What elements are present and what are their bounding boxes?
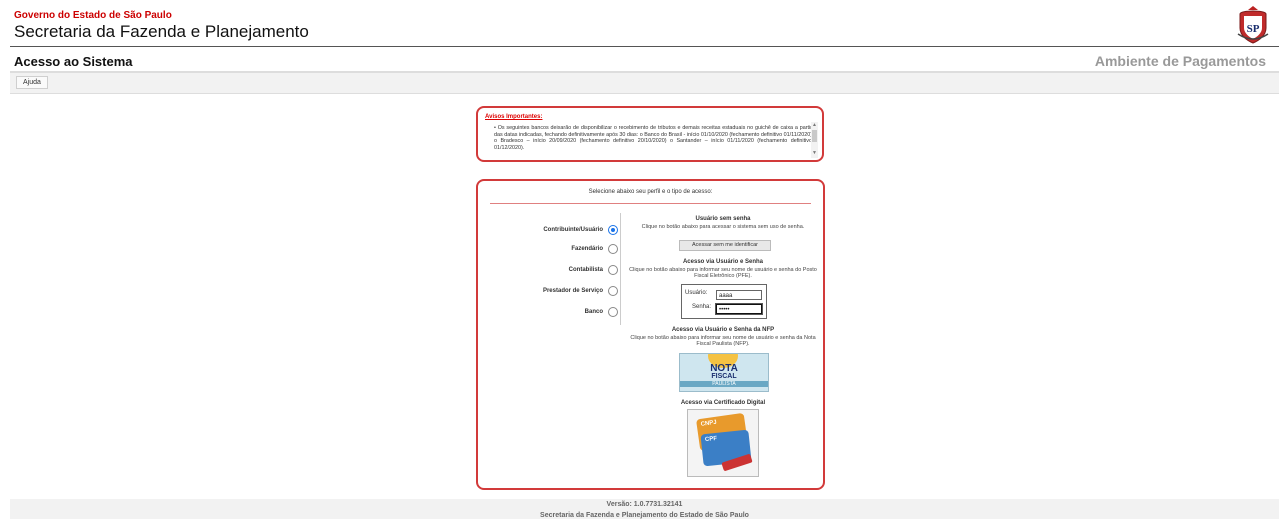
important-notice-box: Avisos Importantes: • Os seguintes banco… — [476, 106, 824, 162]
radio-contribuinte[interactable] — [608, 225, 618, 235]
digital-certificate-button[interactable]: CNPJ CPF — [687, 409, 759, 477]
notice-title: Avisos Importantes: — [485, 114, 543, 120]
radio-prestador[interactable] — [608, 286, 618, 296]
profile-label: Fazendário — [571, 246, 603, 252]
profile-label: Contabilista — [568, 267, 603, 273]
radio-fazendario[interactable] — [608, 244, 618, 254]
cnpj-card-label: CNPJ — [700, 419, 718, 428]
page-header: Governo do Estado de São Paulo Secretari… — [0, 0, 1279, 48]
username-label: Usuário: — [685, 290, 708, 296]
profile-option-contabilista[interactable]: Contabilista — [569, 263, 618, 277]
sao-paulo-coat-of-arms-icon: SP — [1237, 6, 1269, 44]
tab-bar: Ajuda — [10, 73, 1279, 94]
secretariat-name: Secretaria da Fazenda e Planejamento — [14, 22, 309, 41]
page-footer: Versão: 1.0.7731.32141 Secretaria da Faz… — [10, 499, 1279, 519]
no-password-title: Usuário sem senha — [695, 216, 751, 222]
no-password-desc: Clique no botão abaixo para acessar o si… — [641, 224, 805, 230]
environment-label: Ambiente de Pagamentos — [1094, 53, 1266, 69]
nfp-logo-line2: FISCAL — [711, 373, 737, 380]
profile-option-contribuinte[interactable]: Contribuinte/Usuário — [543, 223, 618, 237]
government-name: Governo do Estado de São Paulo — [14, 10, 172, 21]
certificate-title: Acesso via Certificado Digital — [680, 400, 766, 406]
notice-scrollbar[interactable]: ▲ ▼ — [811, 122, 818, 158]
nota-fiscal-paulista-button[interactable]: NOTA FISCAL PAULISTA — [679, 353, 769, 392]
scroll-thumb[interactable] — [812, 130, 817, 142]
version-label: Versão: 1.0.7731.32141 — [606, 501, 683, 508]
tab-ajuda[interactable]: Ajuda — [16, 76, 48, 89]
cpf-card-label: CPF — [704, 435, 718, 444]
profile-label: Banco — [584, 309, 603, 315]
username-input[interactable]: aaaa — [716, 290, 762, 300]
login-prompt: Selecione abaixo seu perfil e o tipo de … — [588, 189, 713, 195]
profile-label: Contribuinte/Usuário — [543, 227, 603, 233]
profile-option-banco[interactable]: Banco — [585, 305, 618, 319]
column-divider — [620, 213, 621, 325]
profile-option-prestador[interactable]: Prestador de Serviço — [543, 284, 618, 298]
access-without-id-button[interactable]: Acessar sem me identificar — [679, 240, 771, 251]
scroll-down-icon[interactable]: ▼ — [812, 150, 817, 156]
radio-contabilista[interactable] — [608, 265, 618, 275]
notice-text: • Os seguintes bancos deixarão de dispon… — [494, 125, 812, 151]
user-password-title: Acesso via Usuário e Senha — [682, 259, 764, 265]
login-divider — [490, 203, 811, 204]
page-title: Acesso ao Sistema — [14, 54, 133, 69]
radio-banco[interactable] — [608, 307, 618, 317]
credentials-box: Usuário: aaaa Senha: ••••• — [681, 284, 767, 319]
profile-option-fazendario[interactable]: Fazendário — [571, 242, 618, 256]
password-label: Senha: — [692, 304, 712, 310]
nfp-title: Acesso via Usuário e Senha da NFP — [671, 327, 775, 333]
profile-label: Prestador de Serviço — [542, 288, 603, 294]
user-password-desc: Clique no botão abaixo para informar seu… — [629, 267, 817, 279]
login-panel: Selecione abaixo seu perfil e o tipo de … — [476, 179, 825, 490]
nfp-desc: Clique no botão abaixo para informar seu… — [630, 335, 816, 347]
scroll-up-icon[interactable]: ▲ — [812, 122, 817, 128]
header-divider — [10, 46, 1279, 47]
password-input[interactable]: ••••• — [715, 303, 763, 315]
nfp-logo-line3: PAULISTA — [680, 381, 768, 387]
footer-org: Secretaria da Fazenda e Planejamento do … — [540, 512, 749, 519]
logo-text: SP — [1247, 23, 1260, 35]
